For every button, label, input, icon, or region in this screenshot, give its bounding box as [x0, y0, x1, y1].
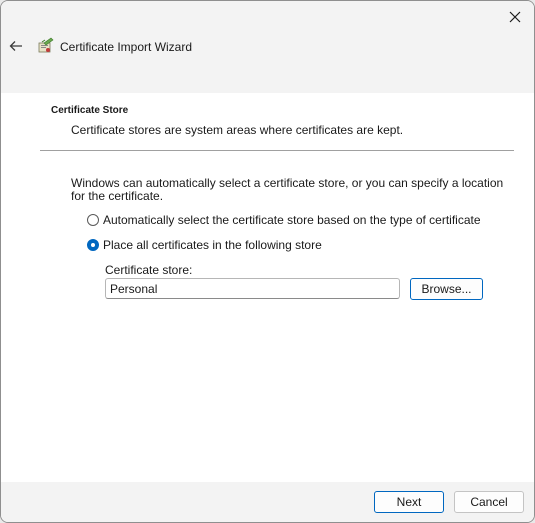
footer-bar: Next Cancel: [1, 482, 534, 522]
close-icon: [509, 11, 521, 23]
title-bar: Certificate Import Wizard: [1, 1, 534, 93]
next-button[interactable]: Next: [374, 491, 444, 513]
back-arrow-icon: [9, 41, 22, 51]
auto-select-radio[interactable]: [87, 214, 99, 226]
browse-button[interactable]: Browse...: [410, 278, 483, 300]
header-divider: [40, 150, 514, 151]
section-title: Certificate Store: [51, 105, 129, 116]
certificate-wizard-icon: [38, 37, 54, 53]
manual-store-radio[interactable]: [87, 239, 99, 251]
manual-store-label: Place all certificates in the following …: [103, 238, 322, 252]
certificate-store-field[interactable]: Personal: [105, 278, 400, 299]
auto-select-label: Automatically select the certificate sto…: [103, 213, 481, 227]
back-button[interactable]: [5, 35, 27, 57]
store-label: Certificate store:: [105, 263, 193, 277]
auto-select-option[interactable]: Automatically select the certificate sto…: [87, 213, 481, 227]
manual-store-option[interactable]: Place all certificates in the following …: [87, 238, 322, 252]
instructions-text: Windows can automatically select a certi…: [71, 176, 504, 203]
close-button[interactable]: [500, 3, 530, 31]
window-title: Certificate Import Wizard: [60, 40, 193, 54]
wizard-content: Certificate Store Certificate stores are…: [1, 93, 534, 482]
wizard-window: Certificate Import Wizard Certificate St…: [0, 0, 535, 523]
section-description: Certificate stores are system areas wher…: [71, 123, 404, 137]
cancel-button[interactable]: Cancel: [454, 491, 524, 513]
